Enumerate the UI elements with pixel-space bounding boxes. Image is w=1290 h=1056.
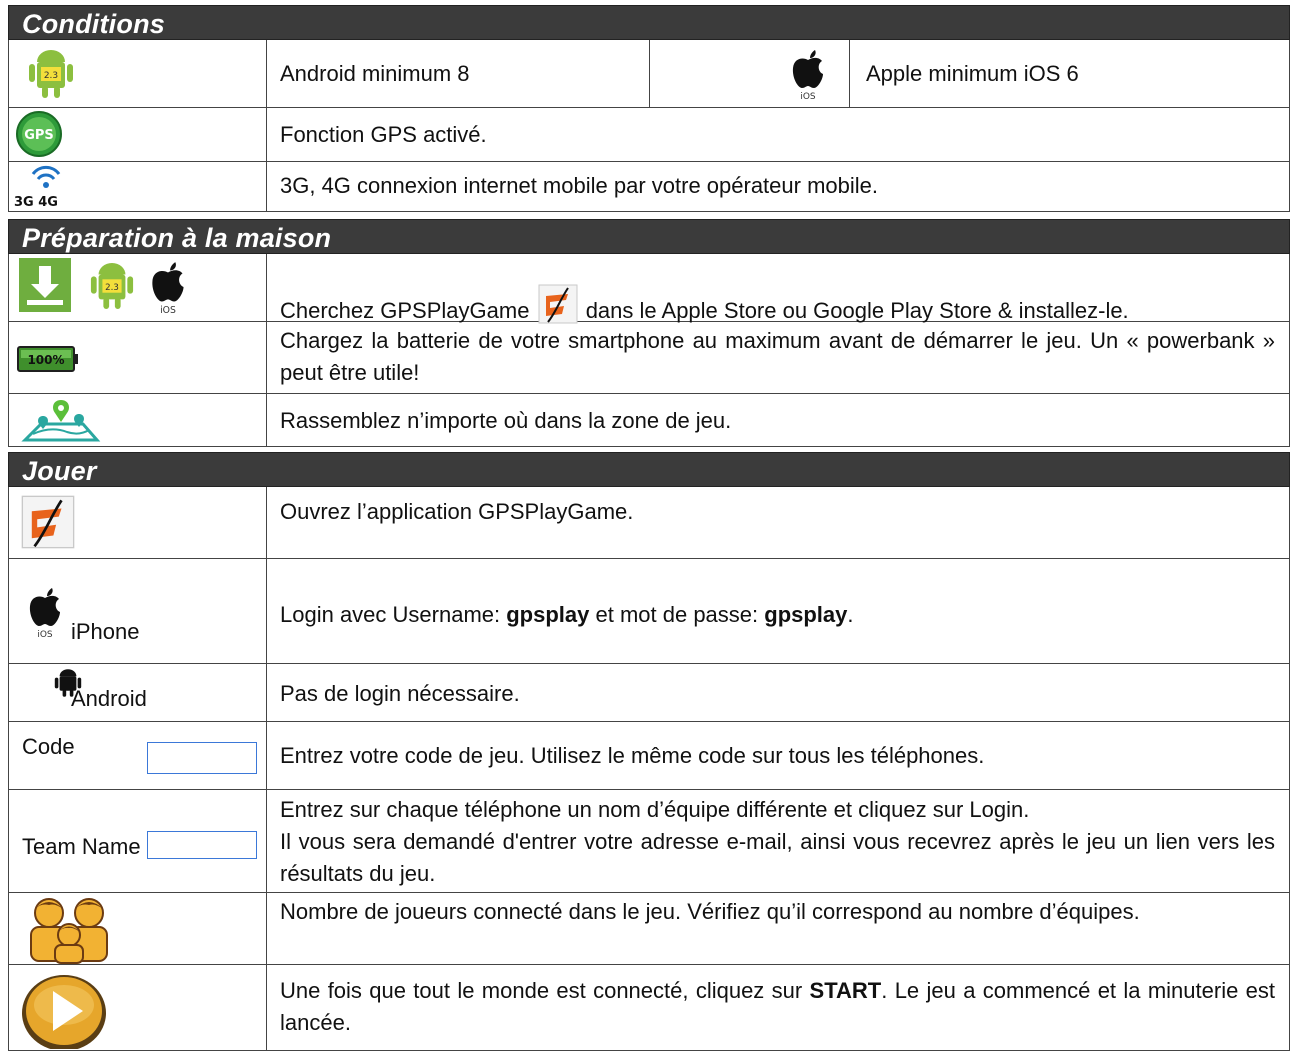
open-app-text: Ouvrez l’application GPSPlayGame. bbox=[280, 499, 634, 524]
gps-text: Fonction GPS activé. bbox=[280, 122, 487, 147]
iphone-label: iPhone bbox=[71, 619, 140, 644]
text-cell: Entrez sur chaque téléphone un nom d’équ… bbox=[268, 790, 1289, 892]
row-battery: 100% Chargez la batterie de votre smartp… bbox=[8, 322, 1290, 394]
row-gather: Rassemblez n’importe où dans la zone de … bbox=[8, 394, 1290, 447]
battery-icon: 100% bbox=[17, 346, 78, 372]
icon-cell bbox=[9, 965, 267, 1050]
icon-cell: Code bbox=[9, 722, 267, 789]
android-min-cell: Android minimum 8 bbox=[268, 40, 650, 107]
install-text-after: dans le Apple Store ou Google Play Store… bbox=[585, 298, 1129, 323]
start-prefix: Une fois que tout le monde est connecté,… bbox=[280, 978, 810, 1003]
icon-cell: 100% bbox=[9, 322, 267, 393]
row-team-name: Team Name Entrez sur chaque téléphone un… bbox=[8, 790, 1290, 893]
text-cell: Ouvrez l’application GPSPlayGame. bbox=[268, 487, 1289, 558]
install-text: Cherchez GPSPlayGame dans le Apple Store… bbox=[280, 284, 1275, 327]
team-name-label: Team Name bbox=[22, 834, 141, 859]
team-name-input[interactable] bbox=[147, 831, 257, 859]
icon-cell: Android bbox=[9, 664, 267, 721]
android-min-text: Android minimum 8 bbox=[280, 61, 470, 86]
text-cell: Android minimum 8 iOS Apple minimum iOS … bbox=[268, 40, 1289, 107]
section-title: Jouer bbox=[22, 456, 97, 486]
icon-cell: GPS bbox=[9, 108, 267, 161]
text-cell: 3G, 4G connexion internet mobile par vot… bbox=[268, 162, 1289, 211]
icon-cell: Team Name bbox=[9, 790, 267, 892]
text-cell: Login avec Username: gpsplay et mot de p… bbox=[268, 559, 1289, 663]
icon-cell: 3G 4G bbox=[9, 162, 267, 211]
row-install: 2.3 iOS Cherchez GPSPlayGame dans le App… bbox=[8, 254, 1290, 324]
icon-cell bbox=[9, 487, 267, 558]
svg-text:2.3: 2.3 bbox=[105, 283, 119, 293]
text-cell: Fonction GPS activé. bbox=[268, 108, 1289, 161]
svg-text:3G 4G: 3G 4G bbox=[14, 195, 58, 208]
apple-icon-cell: iOS bbox=[650, 40, 850, 107]
map-pins-icon bbox=[21, 400, 101, 442]
no-login-text: Pas de login nécessaire. bbox=[280, 681, 520, 706]
row-network: 3G 4G 3G, 4G connexion internet mobile p… bbox=[8, 162, 1290, 212]
login-username: gpsplay bbox=[506, 602, 590, 627]
gps-icon: GPS bbox=[16, 111, 62, 157]
android-icon: 2.3 bbox=[90, 263, 134, 309]
icon-cell: 2.3 iOS bbox=[9, 254, 267, 321]
text-cell: Cherchez GPSPlayGame dans le Apple Store… bbox=[268, 254, 1289, 324]
players-icon bbox=[30, 898, 108, 964]
text-cell: Rassemblez n’importe où dans la zone de … bbox=[268, 394, 1289, 446]
row-os-requirements: 2.3 Android minimum 8 iOS Apple minimum … bbox=[8, 40, 1290, 108]
svg-text:iOS: iOS bbox=[160, 305, 176, 316]
start-word: START bbox=[809, 978, 882, 1003]
text-cell: Nombre de joueurs connecté dans le jeu. … bbox=[268, 893, 1289, 964]
row-code: Code Entrez votre code de jeu. Utilisez … bbox=[8, 722, 1290, 790]
battery-text: Chargez la batterie de votre smartphone … bbox=[280, 328, 1275, 385]
text-cell: Chargez la batterie de votre smartphone … bbox=[268, 322, 1289, 393]
apple-min-text: Apple minimum iOS 6 bbox=[866, 61, 1079, 86]
row-players: Nombre de joueurs connecté dans le jeu. … bbox=[8, 893, 1290, 965]
android-label: Android bbox=[71, 686, 147, 711]
login-end: . bbox=[847, 602, 854, 627]
row-gps: GPS Fonction GPS activé. bbox=[8, 108, 1290, 162]
install-text-before: Cherchez GPSPlayGame bbox=[280, 298, 530, 323]
team-text-line2: Il vous sera demandé d'entrer votre adre… bbox=[280, 829, 1275, 886]
svg-text:2.3: 2.3 bbox=[44, 71, 58, 81]
network-text: 3G, 4G connexion internet mobile par vot… bbox=[280, 173, 878, 198]
code-label: Code bbox=[22, 734, 75, 759]
gpsplaygame-logo-icon bbox=[21, 495, 75, 549]
login-mid: et mot de passe: bbox=[589, 602, 765, 627]
text-cell: Pas de login nécessaire. bbox=[268, 664, 1289, 721]
gather-text: Rassemblez n’importe où dans la zone de … bbox=[280, 408, 732, 433]
section-title: Conditions bbox=[22, 9, 165, 39]
apple-ios-icon: iOS bbox=[152, 262, 184, 316]
login-text: Login avec Username: gpsplay et mot de p… bbox=[280, 599, 1275, 631]
wifi-icon: 3G 4G bbox=[14, 165, 61, 208]
team-text-line1: Entrez sur chaque téléphone un nom d’équ… bbox=[280, 797, 1030, 822]
row-iphone-login: iOS iPhone Login avec Username: gpsplay … bbox=[8, 559, 1290, 664]
section-header-conditions: Conditions bbox=[8, 5, 1290, 40]
section-header-jouer: Jouer bbox=[8, 452, 1290, 487]
download-icon bbox=[19, 258, 71, 312]
svg-text:GPS: GPS bbox=[24, 128, 54, 143]
android-icon: 2.3 bbox=[29, 50, 73, 98]
apple-ios-icon: iOS bbox=[29, 588, 60, 640]
play-button-icon bbox=[22, 975, 106, 1049]
section-header-preparation: Préparation à la maison bbox=[8, 219, 1290, 254]
code-text: Entrez votre code de jeu. Utilisez le mê… bbox=[280, 743, 985, 768]
icon-cell: 2.3 bbox=[9, 40, 267, 107]
gpsplaygame-logo-icon bbox=[538, 284, 578, 324]
row-android-login: Android Pas de login nécessaire. bbox=[8, 664, 1290, 722]
players-text: Nombre de joueurs connecté dans le jeu. … bbox=[280, 899, 1140, 924]
section-title: Préparation à la maison bbox=[22, 223, 332, 253]
code-input[interactable] bbox=[147, 742, 257, 774]
login-password: gpsplay bbox=[764, 602, 848, 627]
svg-text:iOS: iOS bbox=[37, 630, 53, 640]
login-prefix: Login avec Username: bbox=[280, 602, 507, 627]
start-text: Une fois que tout le monde est connecté,… bbox=[280, 975, 1275, 1039]
svg-text:iOS: iOS bbox=[800, 92, 816, 102]
row-start: Une fois que tout le monde est connecté,… bbox=[8, 965, 1290, 1051]
text-cell: Entrez votre code de jeu. Utilisez le mê… bbox=[268, 722, 1289, 789]
icon-cell: iOS iPhone bbox=[9, 559, 267, 663]
apple-ios-icon: iOS bbox=[792, 50, 823, 102]
svg-text:100%: 100% bbox=[27, 353, 64, 367]
icon-cell bbox=[9, 394, 267, 446]
text-cell: Une fois que tout le monde est connecté,… bbox=[268, 965, 1289, 1050]
row-open-app: Ouvrez l’application GPSPlayGame. bbox=[8, 487, 1290, 559]
icon-cell bbox=[9, 893, 267, 964]
